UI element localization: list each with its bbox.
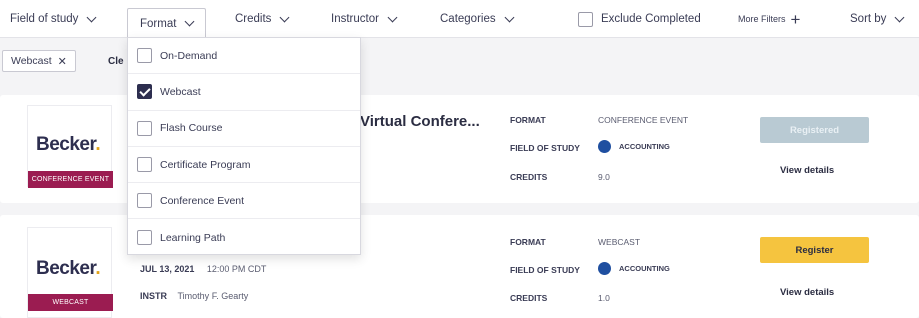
exclude-completed-toggle[interactable]: Exclude Completed — [578, 0, 701, 38]
becker-logo: Becker. — [36, 258, 101, 279]
date-text: JUL 13, 2021 — [140, 264, 195, 274]
registered-button[interactable]: Registered — [760, 117, 869, 143]
chevron-down-icon — [86, 12, 97, 22]
course-date: JUL 13, 2021 12:00 PM CDT — [140, 264, 266, 274]
credits-meta-label: CREDITS — [510, 172, 548, 182]
field-dot-icon — [598, 140, 611, 153]
chevron-down-icon — [387, 12, 398, 22]
option-label: Certificate Program — [160, 158, 251, 171]
view-details-link[interactable]: View details — [780, 165, 834, 176]
course-thumbnail: Becker. CONFERENCE EVENT — [27, 105, 113, 188]
field-of-study-filter[interactable]: Field of study — [10, 0, 97, 38]
field-value-text: ACCOUNTING — [619, 264, 670, 273]
categories-label: Categories — [440, 13, 496, 25]
course-title[interactable]: Virtual Confere... — [360, 113, 480, 130]
credits-label: Credits — [235, 13, 272, 25]
course-thumbnail: Becker. WEBCAST — [27, 227, 113, 318]
instructor-label: Instructor — [331, 13, 379, 25]
becker-logo: Becker. — [36, 134, 101, 155]
credits-meta-label: CREDITS — [510, 293, 548, 303]
format-meta-value: CONFERENCE EVENT — [598, 115, 689, 125]
option-label: Conference Event — [160, 194, 245, 207]
time-text: 12:00 PM CDT — [206, 264, 267, 274]
instr-label: INSTR — [140, 291, 167, 301]
field-meta-value: ACCOUNTING — [598, 140, 670, 153]
format-option-conference-event[interactable]: Conference Event — [128, 183, 360, 220]
chip-label: Webcast — [11, 55, 52, 67]
format-dropdown-menu: On-Demand Webcast Flash Course Certifica… — [127, 37, 361, 255]
option-label: On-Demand — [160, 49, 218, 62]
credits-meta-value: 9.0 — [598, 172, 610, 182]
format-meta-label: FORMAT — [510, 237, 546, 247]
credits-meta-value: 1.0 — [598, 293, 610, 303]
option-label: Learning Path — [160, 231, 226, 244]
more-filters-button[interactable]: More Filters + — [738, 0, 800, 38]
format-option-webcast[interactable]: Webcast — [128, 74, 360, 111]
field-of-study-label: Field of study — [10, 13, 79, 25]
course-instructor: INSTR Timothy F. Gearty — [140, 291, 248, 301]
chevron-down-icon — [504, 12, 515, 22]
checkbox[interactable] — [137, 230, 152, 246]
sort-by-dropdown[interactable]: Sort by — [850, 0, 905, 38]
instructor-filter[interactable]: Instructor — [331, 0, 398, 38]
instr-value: Timothy F. Gearty — [177, 291, 249, 301]
field-value-text: ACCOUNTING — [619, 142, 670, 151]
credits-filter[interactable]: Credits — [235, 0, 290, 38]
register-button[interactable]: Register — [760, 237, 869, 263]
format-option-learning-path[interactable]: Learning Path — [128, 219, 360, 255]
checkbox-checked[interactable] — [137, 84, 152, 100]
chevron-down-icon — [894, 12, 905, 22]
format-band: WEBCAST — [28, 294, 113, 311]
chevron-down-icon — [184, 16, 195, 27]
field-meta-value: ACCOUNTING — [598, 262, 670, 275]
plus-icon: + — [790, 9, 801, 29]
field-meta-label: FIELD OF STUDY — [510, 143, 580, 153]
filter-bar: Field of study Format Credits Instructor… — [0, 0, 919, 38]
field-dot-icon — [598, 262, 611, 275]
format-option-on-demand[interactable]: On-Demand — [128, 38, 360, 75]
clear-filters-link[interactable]: Cle — [108, 56, 124, 67]
chevron-down-icon — [279, 12, 290, 22]
option-label: Flash Course — [160, 122, 223, 135]
field-meta-label: FIELD OF STUDY — [510, 265, 580, 275]
checkbox[interactable] — [137, 120, 152, 136]
checkbox[interactable] — [137, 157, 152, 173]
format-option-certificate-program[interactable]: Certificate Program — [128, 147, 360, 184]
categories-filter[interactable]: Categories — [440, 0, 515, 38]
sort-by-label: Sort by — [850, 13, 887, 25]
exclude-completed-label: Exclude Completed — [601, 13, 701, 25]
option-label: Webcast — [160, 85, 201, 98]
format-option-flash-course[interactable]: Flash Course — [128, 111, 360, 147]
format-meta-label: FORMAT — [510, 115, 546, 125]
view-details-link[interactable]: View details — [780, 287, 834, 298]
format-band: CONFERENCE EVENT — [28, 171, 113, 188]
more-filters-label: More Filters — [738, 14, 786, 24]
exclude-completed-checkbox[interactable] — [578, 11, 593, 27]
format-label: Format — [140, 17, 177, 30]
checkbox[interactable] — [137, 193, 152, 209]
checkbox[interactable] — [137, 48, 152, 64]
active-filter-chip[interactable]: Webcast ✕ — [2, 50, 76, 72]
format-meta-value: WEBCAST — [598, 237, 641, 247]
format-filter[interactable]: Format — [127, 8, 207, 38]
close-icon[interactable]: ✕ — [58, 55, 67, 68]
